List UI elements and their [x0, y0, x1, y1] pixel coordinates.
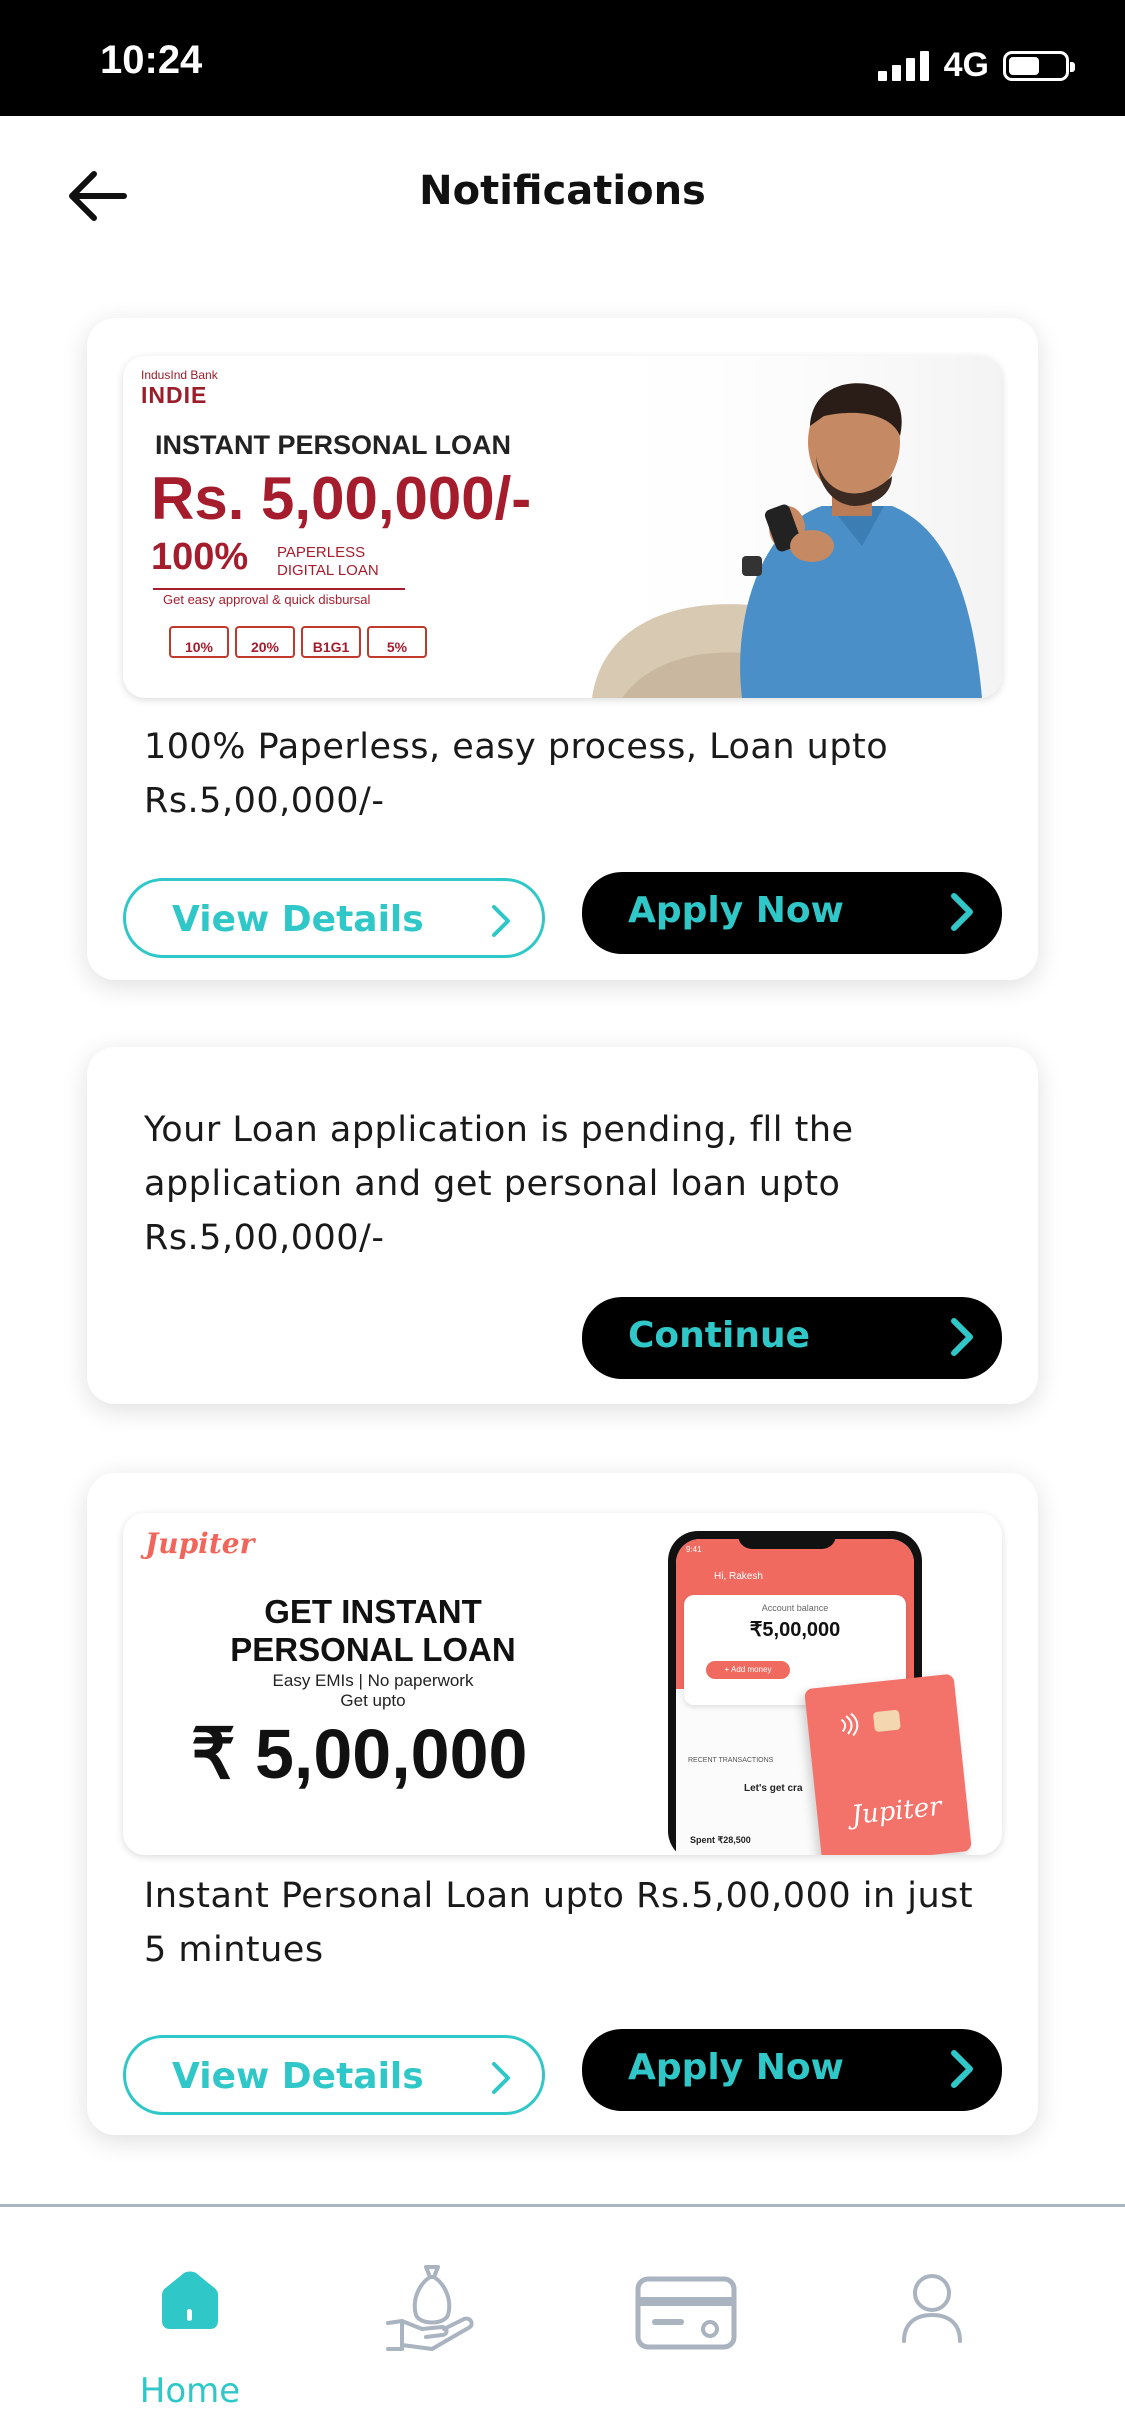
- indie-loan-banner[interactable]: IndusInd Bank INDIE INSTANT PERSONAL LOA…: [123, 356, 1002, 698]
- button-label: View Details: [172, 2056, 424, 2097]
- offer-badge: 5%: [367, 626, 427, 658]
- jupiter-loan-banner[interactable]: Jupiter GET INSTANT PERSONAL LOAN Easy E…: [123, 1513, 1002, 1855]
- banner-title: INSTANT PERSONAL LOAN: [155, 430, 512, 460]
- button-label: Apply Now: [628, 890, 844, 931]
- debit-card-image: Jupiter: [804, 1673, 972, 1855]
- contactless-icon: [840, 1712, 859, 1737]
- notification-text: Instant Personal Loan upto Rs.5,00,000 i…: [144, 1876, 974, 1970]
- notification-text: 100% Paperless, easy process, Loan upto …: [144, 727, 889, 821]
- chevron-right-icon: [951, 2050, 973, 2088]
- phone-balance: ₹5,00,000: [749, 1619, 841, 1641]
- home-icon: [162, 2271, 218, 2329]
- button-label: Apply Now: [628, 2047, 844, 2088]
- phone-balance-label: Account balance: [761, 1603, 829, 1613]
- offer-badge: 20%: [235, 626, 295, 658]
- nav-item-profile[interactable]: [862, 2257, 1002, 2407]
- jupiter-logo: Jupiter: [145, 1527, 255, 1560]
- loan-bag-icon: [386, 2265, 474, 2351]
- offer-badge: B1G1: [301, 626, 361, 658]
- card-chip: [872, 1709, 901, 1733]
- banner-subtitle: Get easy approval & quick disbursal: [163, 592, 371, 607]
- notification-card-indie: IndusInd Bank INDIE INSTANT PERSONAL LOA…: [87, 318, 1038, 980]
- signal-icon: [877, 50, 929, 81]
- nav-item-home[interactable]: Home: [120, 2257, 260, 2411]
- phone-notch: [738, 1531, 836, 1549]
- banner-subtitle-line1: Easy EMIs | No paperwork: [272, 1671, 474, 1690]
- banner-subtitle-line2: Get upto: [340, 1691, 406, 1710]
- phone-lets: Let's get cra: [744, 1783, 803, 1794]
- page-title: Notifications: [419, 168, 706, 214]
- chevron-right-icon: [951, 893, 973, 931]
- status-bar: 10:24 4G: [0, 0, 1125, 116]
- phone-add-money: + Add money: [706, 1661, 790, 1679]
- banner-amount: ₹ 5,00,000: [191, 1715, 528, 1793]
- phone-status: 9:41: [686, 1545, 702, 1554]
- nav-label: Home: [139, 2371, 241, 2411]
- button-label: Continue: [628, 1315, 811, 1356]
- banner-subtitle: Easy EMIs | No paperwork Get upto: [183, 1671, 563, 1711]
- status-time: 10:24: [100, 38, 203, 82]
- notification-card-pending: Your Loan application is pending, fll th…: [87, 1047, 1038, 1404]
- card-brand-logo: Jupiter: [850, 1791, 944, 1831]
- nav-item-loans[interactable]: [362, 2257, 502, 2407]
- chevron-right-icon: [951, 1318, 973, 1356]
- bottom-nav: Home: [0, 2204, 1125, 2436]
- banner-divider: [153, 588, 405, 590]
- view-details-button[interactable]: View Details: [123, 878, 545, 958]
- chevron-right-icon: [492, 905, 510, 937]
- status-indicators: 4G: [877, 46, 1075, 85]
- button-label: View Details: [172, 899, 424, 940]
- banner-paperless: PAPERLESS DIGITAL LOAN: [277, 544, 379, 579]
- chevron-right-icon: [492, 2062, 510, 2094]
- banner-amount: Rs. 5,00,000/-: [151, 465, 532, 532]
- person-with-phone-image: [562, 356, 1002, 698]
- notification-text: Your Loan application is pending, fll th…: [144, 1110, 854, 1258]
- indie-brand-top: IndusInd Bank: [141, 368, 218, 382]
- banner-title: GET INSTANT PERSONAL LOAN: [230, 1593, 516, 1668]
- nav-item-cards[interactable]: [616, 2257, 756, 2407]
- card-icon: [635, 2276, 737, 2350]
- battery-level: [1009, 56, 1039, 75]
- network-type: 4G: [943, 46, 989, 84]
- battery-icon: [1003, 50, 1075, 81]
- offer-badges: 10% 20% B1G1 5%: [169, 626, 427, 658]
- view-details-button[interactable]: View Details: [123, 2035, 545, 2115]
- phone-recent: RECENT TRANSACTIONS: [688, 1757, 774, 1764]
- notification-card-jupiter: Jupiter GET INSTANT PERSONAL LOAN Easy E…: [87, 1473, 1038, 2135]
- profile-icon: [902, 2274, 962, 2343]
- header: Notifications: [0, 116, 1125, 276]
- banner-percent: 100%: [151, 536, 249, 578]
- offer-badge: 10%: [169, 626, 229, 658]
- phone-spent: Spent ₹28,500: [690, 1835, 751, 1845]
- indie-logo: INDIE: [141, 382, 208, 408]
- phone-greeting: Hi, Rakesh: [714, 1571, 763, 1582]
- continue-button[interactable]: Continue: [582, 1297, 1002, 1379]
- apply-now-button[interactable]: Apply Now: [582, 872, 1002, 954]
- apply-now-button[interactable]: Apply Now: [582, 2029, 1002, 2111]
